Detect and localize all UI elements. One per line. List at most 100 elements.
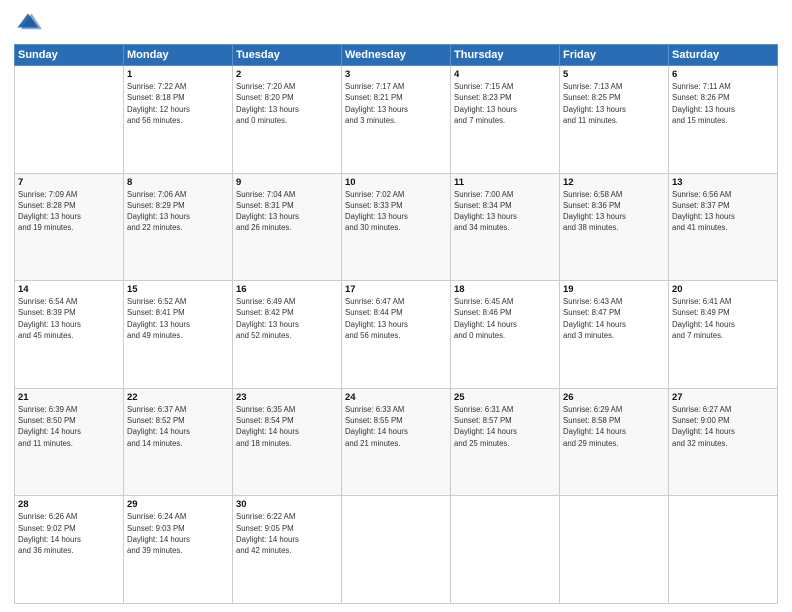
day-number: 28: [18, 499, 120, 510]
day-info: Sunrise: 7:22 AMSunset: 8:18 PMDaylight:…: [127, 81, 229, 126]
day-info: Sunrise: 7:09 AMSunset: 8:28 PMDaylight:…: [18, 189, 120, 234]
day-cell: 18Sunrise: 6:45 AMSunset: 8:46 PMDayligh…: [451, 281, 560, 389]
day-info: Sunrise: 6:31 AMSunset: 8:57 PMDaylight:…: [454, 404, 556, 449]
day-info: Sunrise: 6:54 AMSunset: 8:39 PMDaylight:…: [18, 296, 120, 341]
day-cell: [15, 66, 124, 174]
day-cell: 1Sunrise: 7:22 AMSunset: 8:18 PMDaylight…: [124, 66, 233, 174]
day-cell: 30Sunrise: 6:22 AMSunset: 9:05 PMDayligh…: [233, 496, 342, 604]
day-info: Sunrise: 6:47 AMSunset: 8:44 PMDaylight:…: [345, 296, 447, 341]
day-cell: [560, 496, 669, 604]
day-cell: 25Sunrise: 6:31 AMSunset: 8:57 PMDayligh…: [451, 388, 560, 496]
day-cell: 10Sunrise: 7:02 AMSunset: 8:33 PMDayligh…: [342, 173, 451, 281]
day-number: 4: [454, 69, 556, 80]
day-cell: 2Sunrise: 7:20 AMSunset: 8:20 PMDaylight…: [233, 66, 342, 174]
day-info: Sunrise: 6:49 AMSunset: 8:42 PMDaylight:…: [236, 296, 338, 341]
column-header-tuesday: Tuesday: [233, 45, 342, 66]
day-number: 23: [236, 392, 338, 403]
day-number: 10: [345, 177, 447, 188]
day-cell: 17Sunrise: 6:47 AMSunset: 8:44 PMDayligh…: [342, 281, 451, 389]
day-number: 26: [563, 392, 665, 403]
day-info: Sunrise: 7:17 AMSunset: 8:21 PMDaylight:…: [345, 81, 447, 126]
day-info: Sunrise: 7:15 AMSunset: 8:23 PMDaylight:…: [454, 81, 556, 126]
day-number: 14: [18, 284, 120, 295]
day-cell: [342, 496, 451, 604]
column-header-thursday: Thursday: [451, 45, 560, 66]
logo: [14, 10, 46, 38]
day-number: 30: [236, 499, 338, 510]
day-info: Sunrise: 6:52 AMSunset: 8:41 PMDaylight:…: [127, 296, 229, 341]
page: SundayMondayTuesdayWednesdayThursdayFrid…: [0, 0, 792, 612]
day-number: 16: [236, 284, 338, 295]
day-info: Sunrise: 6:29 AMSunset: 8:58 PMDaylight:…: [563, 404, 665, 449]
day-info: Sunrise: 6:24 AMSunset: 9:03 PMDaylight:…: [127, 511, 229, 556]
logo-icon: [14, 10, 42, 38]
week-row-5: 28Sunrise: 6:26 AMSunset: 9:02 PMDayligh…: [15, 496, 778, 604]
day-cell: 28Sunrise: 6:26 AMSunset: 9:02 PMDayligh…: [15, 496, 124, 604]
header-row: SundayMondayTuesdayWednesdayThursdayFrid…: [15, 45, 778, 66]
day-number: 24: [345, 392, 447, 403]
day-number: 1: [127, 69, 229, 80]
day-cell: 16Sunrise: 6:49 AMSunset: 8:42 PMDayligh…: [233, 281, 342, 389]
day-cell: 23Sunrise: 6:35 AMSunset: 8:54 PMDayligh…: [233, 388, 342, 496]
week-row-2: 7Sunrise: 7:09 AMSunset: 8:28 PMDaylight…: [15, 173, 778, 281]
day-cell: 29Sunrise: 6:24 AMSunset: 9:03 PMDayligh…: [124, 496, 233, 604]
day-cell: 13Sunrise: 6:56 AMSunset: 8:37 PMDayligh…: [669, 173, 778, 281]
day-number: 17: [345, 284, 447, 295]
day-cell: 20Sunrise: 6:41 AMSunset: 8:49 PMDayligh…: [669, 281, 778, 389]
day-info: Sunrise: 6:27 AMSunset: 9:00 PMDaylight:…: [672, 404, 774, 449]
day-cell: 7Sunrise: 7:09 AMSunset: 8:28 PMDaylight…: [15, 173, 124, 281]
day-cell: 8Sunrise: 7:06 AMSunset: 8:29 PMDaylight…: [124, 173, 233, 281]
day-info: Sunrise: 7:04 AMSunset: 8:31 PMDaylight:…: [236, 189, 338, 234]
day-cell: 27Sunrise: 6:27 AMSunset: 9:00 PMDayligh…: [669, 388, 778, 496]
day-number: 21: [18, 392, 120, 403]
week-row-4: 21Sunrise: 6:39 AMSunset: 8:50 PMDayligh…: [15, 388, 778, 496]
day-info: Sunrise: 6:56 AMSunset: 8:37 PMDaylight:…: [672, 189, 774, 234]
day-number: 22: [127, 392, 229, 403]
day-info: Sunrise: 6:41 AMSunset: 8:49 PMDaylight:…: [672, 296, 774, 341]
day-cell: 24Sunrise: 6:33 AMSunset: 8:55 PMDayligh…: [342, 388, 451, 496]
day-number: 3: [345, 69, 447, 80]
day-cell: 14Sunrise: 6:54 AMSunset: 8:39 PMDayligh…: [15, 281, 124, 389]
day-info: Sunrise: 6:37 AMSunset: 8:52 PMDaylight:…: [127, 404, 229, 449]
day-number: 7: [18, 177, 120, 188]
week-row-1: 1Sunrise: 7:22 AMSunset: 8:18 PMDaylight…: [15, 66, 778, 174]
day-number: 20: [672, 284, 774, 295]
day-number: 19: [563, 284, 665, 295]
day-info: Sunrise: 6:33 AMSunset: 8:55 PMDaylight:…: [345, 404, 447, 449]
day-cell: [669, 496, 778, 604]
day-info: Sunrise: 7:00 AMSunset: 8:34 PMDaylight:…: [454, 189, 556, 234]
day-cell: 4Sunrise: 7:15 AMSunset: 8:23 PMDaylight…: [451, 66, 560, 174]
day-cell: 26Sunrise: 6:29 AMSunset: 8:58 PMDayligh…: [560, 388, 669, 496]
day-info: Sunrise: 7:20 AMSunset: 8:20 PMDaylight:…: [236, 81, 338, 126]
day-number: 27: [672, 392, 774, 403]
day-cell: 19Sunrise: 6:43 AMSunset: 8:47 PMDayligh…: [560, 281, 669, 389]
day-info: Sunrise: 6:45 AMSunset: 8:46 PMDaylight:…: [454, 296, 556, 341]
column-header-saturday: Saturday: [669, 45, 778, 66]
day-number: 13: [672, 177, 774, 188]
day-cell: 11Sunrise: 7:00 AMSunset: 8:34 PMDayligh…: [451, 173, 560, 281]
day-number: 11: [454, 177, 556, 188]
day-number: 6: [672, 69, 774, 80]
day-info: Sunrise: 7:13 AMSunset: 8:25 PMDaylight:…: [563, 81, 665, 126]
column-header-sunday: Sunday: [15, 45, 124, 66]
column-header-monday: Monday: [124, 45, 233, 66]
day-cell: 3Sunrise: 7:17 AMSunset: 8:21 PMDaylight…: [342, 66, 451, 174]
day-number: 8: [127, 177, 229, 188]
day-info: Sunrise: 6:39 AMSunset: 8:50 PMDaylight:…: [18, 404, 120, 449]
day-cell: [451, 496, 560, 604]
day-info: Sunrise: 7:02 AMSunset: 8:33 PMDaylight:…: [345, 189, 447, 234]
column-header-wednesday: Wednesday: [342, 45, 451, 66]
day-cell: 12Sunrise: 6:58 AMSunset: 8:36 PMDayligh…: [560, 173, 669, 281]
day-info: Sunrise: 6:58 AMSunset: 8:36 PMDaylight:…: [563, 189, 665, 234]
day-cell: 6Sunrise: 7:11 AMSunset: 8:26 PMDaylight…: [669, 66, 778, 174]
day-info: Sunrise: 6:22 AMSunset: 9:05 PMDaylight:…: [236, 511, 338, 556]
day-info: Sunrise: 6:26 AMSunset: 9:02 PMDaylight:…: [18, 511, 120, 556]
day-info: Sunrise: 6:43 AMSunset: 8:47 PMDaylight:…: [563, 296, 665, 341]
day-number: 29: [127, 499, 229, 510]
day-number: 25: [454, 392, 556, 403]
day-cell: 5Sunrise: 7:13 AMSunset: 8:25 PMDaylight…: [560, 66, 669, 174]
day-number: 5: [563, 69, 665, 80]
day-number: 2: [236, 69, 338, 80]
header: [14, 10, 778, 38]
day-number: 18: [454, 284, 556, 295]
